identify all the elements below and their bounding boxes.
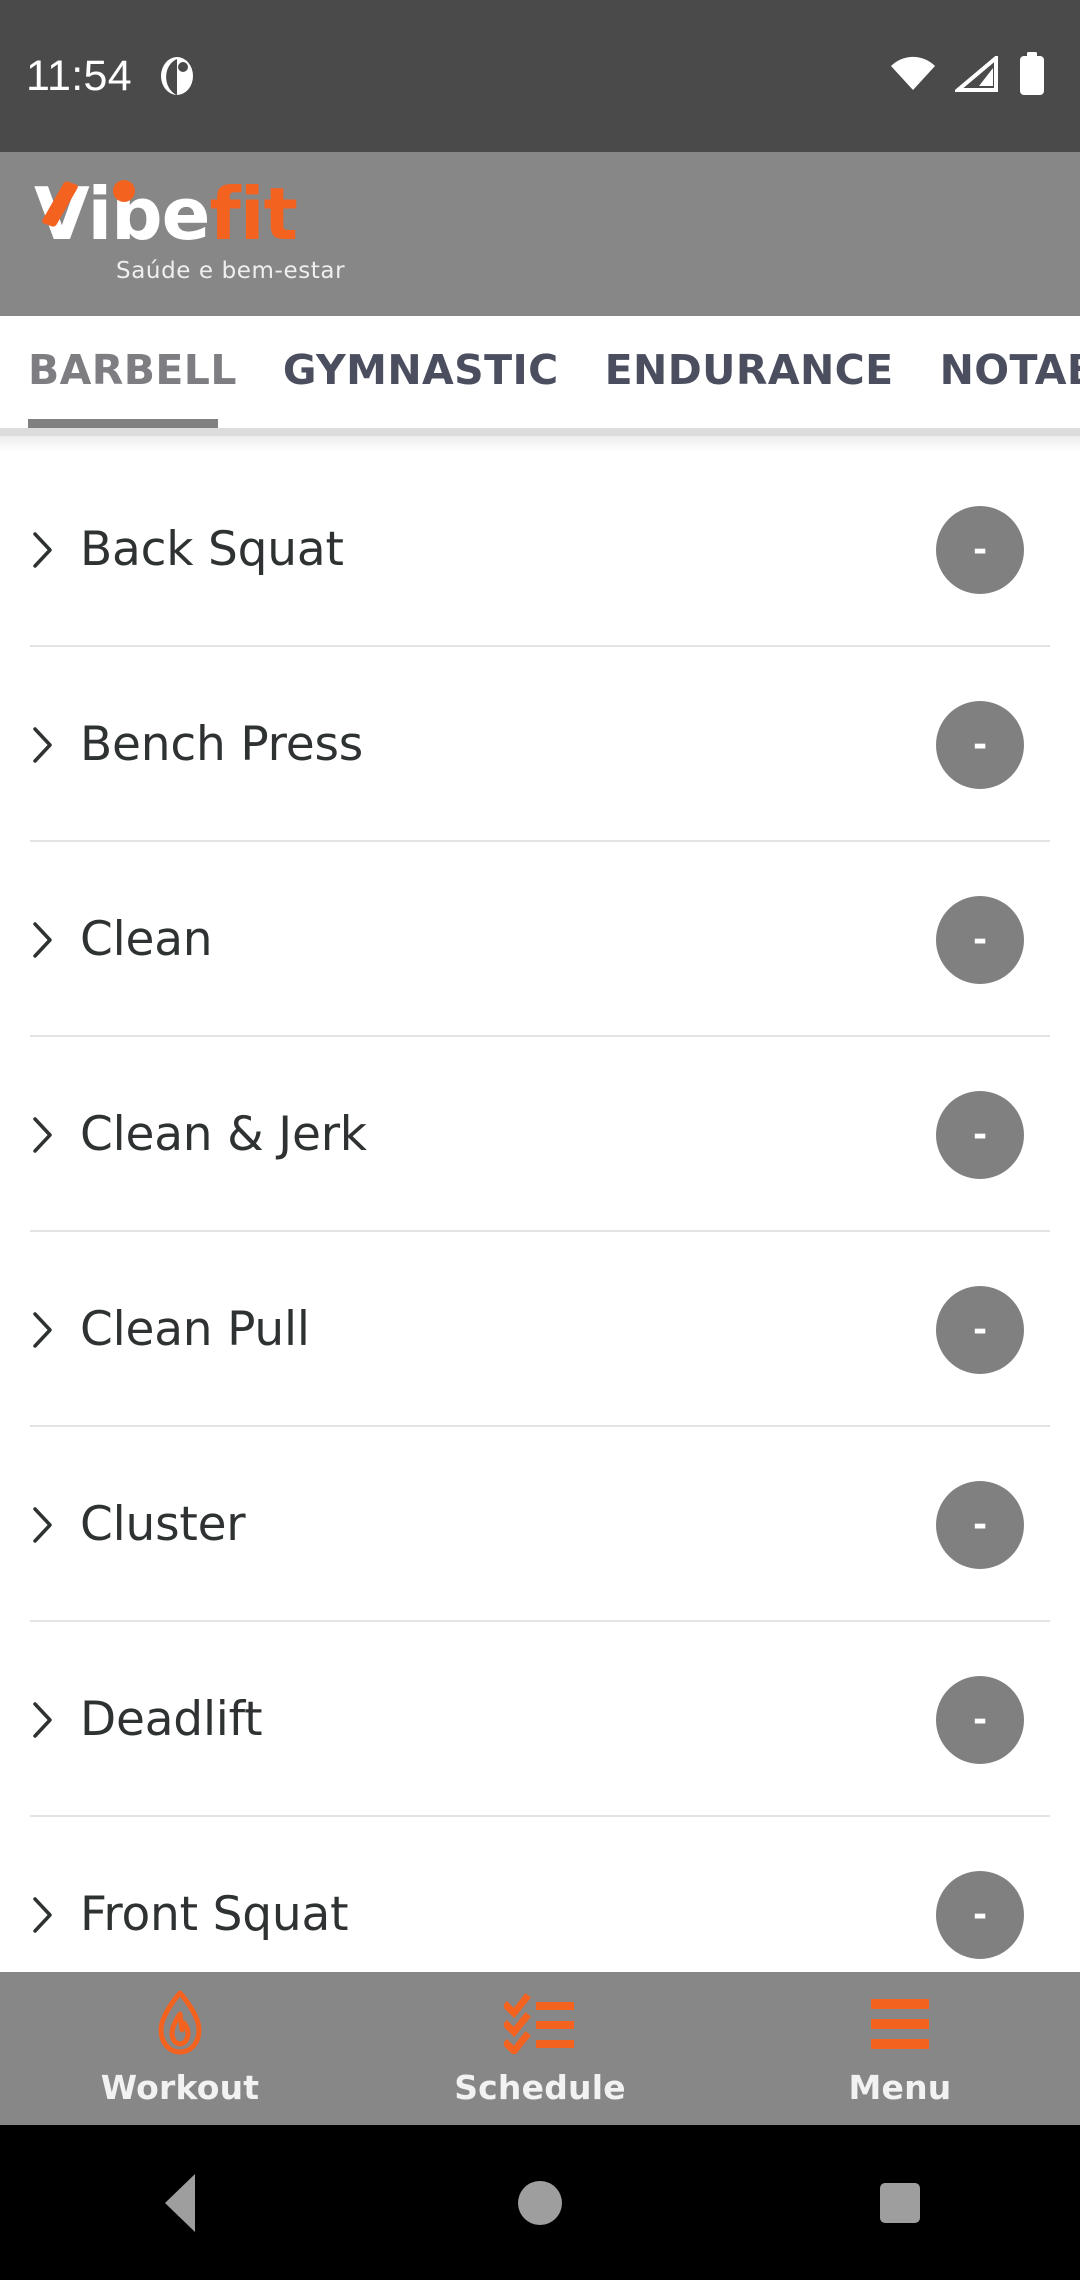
recents-square-icon [880,2182,920,2223]
list-item-left: Deadlift [0,1692,1080,1747]
chevron-right-icon [30,1310,56,1350]
status-bar-left: 11:54 [26,52,196,101]
list-item-left: Back Squat [0,522,1080,577]
list-item[interactable]: Bench Press - [0,647,1080,842]
logo-text-accent: fit [209,172,298,256]
wifi-full-icon [890,56,936,97]
android-system-nav [0,2125,1080,2280]
list-item[interactable]: Cluster - [0,1427,1080,1622]
bottom-nav-bar: Workout Schedule Menu [0,1972,1080,2125]
list-item[interactable]: Back Squat - [0,452,1080,647]
home-circle-icon [518,2180,562,2225]
tab-barbell[interactable]: BARBELL [28,346,259,394]
list-item-left: Clean & Jerk [0,1107,1080,1162]
exercise-list[interactable]: Back Squat - Bench Press - Clean - Clean… [0,452,1080,1972]
checklist-icon [504,1990,576,2056]
list-item[interactable]: Clean & Jerk - [0,1037,1080,1232]
app-header: Vibefit Saúde e bem-estar [0,152,1080,316]
status-badge[interactable]: - [936,700,1024,789]
list-item[interactable]: Front Squat - [0,1817,1080,1972]
active-tab-indicator [28,419,218,428]
battery-full-icon [1018,51,1046,101]
nav-label-menu: Menu [848,2068,952,2107]
exercise-name: Cluster [80,1497,246,1552]
status-bar-right [890,51,1052,101]
tab-bar: BARBELL GYMNASTIC ENDURANCE NOTABLES [0,316,1080,452]
flame-icon [150,1990,210,2056]
list-item-left: Clean [0,912,1080,967]
chevron-right-icon [30,725,56,765]
logo-i-dot [113,180,135,202]
hamburger-menu-icon [869,1990,931,2056]
list-item-left: Cluster [0,1497,1080,1552]
app-notification-icon [158,54,196,98]
exercise-name: Clean [80,912,213,967]
status-badge[interactable]: - [936,1870,1024,1959]
tab-bar-underline [0,428,1080,436]
tab-notables[interactable]: NOTABLES [940,346,1080,394]
exercise-name: Clean Pull [80,1302,310,1357]
cellular-signal-icon [952,53,999,97]
chevron-right-icon [30,1115,56,1155]
tab-endurance[interactable]: ENDURANCE [605,346,916,394]
status-bar: 11:54 [0,0,1080,152]
tab-gymnastic[interactable]: GYMNASTIC [283,346,581,394]
chevron-right-icon [30,1505,56,1545]
status-badge[interactable]: - [936,1285,1024,1374]
list-item[interactable]: Deadlift - [0,1622,1080,1817]
list-item-left: Bench Press [0,717,1080,772]
nav-item-workout[interactable]: Workout [0,1972,360,2125]
android-back-button[interactable] [0,2173,360,2232]
chevron-right-icon [30,1895,56,1935]
nav-label-schedule: Schedule [454,2068,626,2107]
status-badge[interactable]: - [936,1675,1024,1764]
android-home-button[interactable] [360,2180,720,2225]
status-badge[interactable]: - [936,1090,1024,1179]
nav-label-workout: Workout [100,2068,260,2107]
exercise-name: Front Squat [80,1887,349,1942]
status-clock: 11:54 [26,51,132,100]
status-badge[interactable]: - [936,895,1024,984]
list-item[interactable]: Clean Pull - [0,1232,1080,1427]
tab-strip[interactable]: BARBELL GYMNASTIC ENDURANCE NOTABLES [0,316,1080,424]
chevron-right-icon [30,920,56,960]
nav-item-menu[interactable]: Menu [720,1972,1080,2125]
back-triangle-icon [165,2173,195,2232]
vibefit-logo: Vibefit Saúde e bem-estar [34,172,345,294]
android-recents-button[interactable] [720,2182,1080,2223]
exercise-name: Clean & Jerk [80,1107,367,1162]
status-badge[interactable]: - [936,505,1024,594]
exercise-name: Back Squat [80,522,344,577]
status-badge[interactable]: - [936,1480,1024,1569]
exercise-name: Deadlift [80,1692,263,1747]
tab-bar-shadow [0,436,1080,452]
chevron-right-icon [30,1700,56,1740]
logo-tagline: Saúde e bem-estar [116,258,346,284]
nav-item-schedule[interactable]: Schedule [360,1972,720,2125]
chevron-right-icon [30,530,56,570]
list-item[interactable]: Clean - [0,842,1080,1037]
list-item-left: Clean Pull [0,1302,1080,1357]
exercise-name: Bench Press [80,717,364,772]
list-item-left: Front Squat [0,1887,1080,1942]
